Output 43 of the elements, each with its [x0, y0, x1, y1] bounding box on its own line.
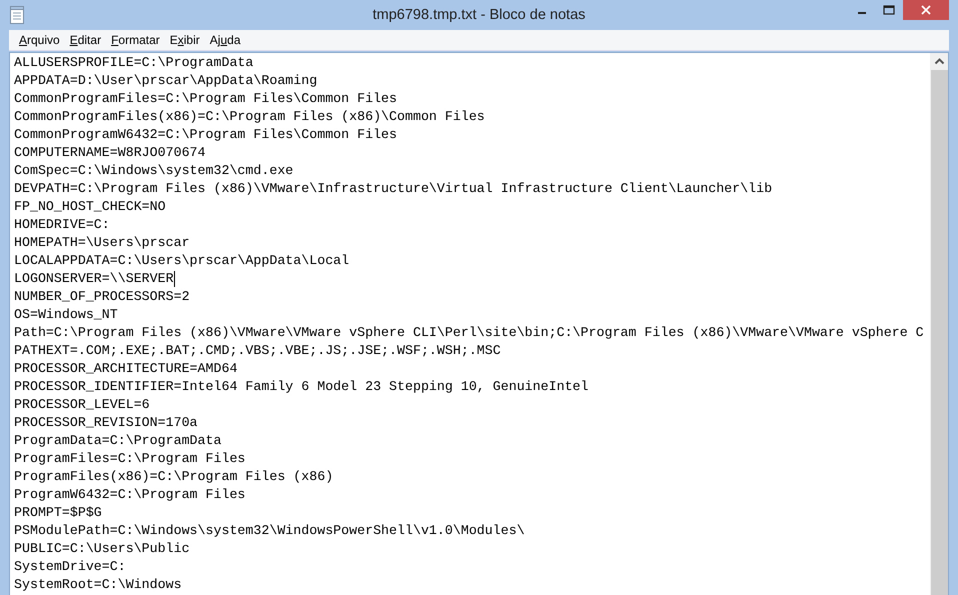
text-line: ProgramData=C:\ProgramData — [14, 432, 222, 450]
text-line: LOCALAPPDATA=C:\Users\prscar\AppData\Local — [14, 252, 350, 270]
menu-item[interactable]: Formatar — [106, 30, 165, 50]
text-line: SystemDrive=C: — [14, 558, 126, 576]
text-line: SystemRoot=C:\Windows — [14, 576, 182, 594]
text-line: ProgramFiles=C:\Program Files — [14, 450, 246, 468]
text-line: PROCESSOR_IDENTIFIER=Intel64 Family 6 Model 23 Stepping 10, GenuineIntel — [14, 378, 589, 396]
menu-item[interactable]: Ajuda — [204, 30, 246, 50]
text-line: PROCESSOR_REVISION=170a — [14, 414, 198, 432]
text-line: COMPUTERNAME=W8RJO070674 — [14, 144, 206, 162]
text-line: HOMEDRIVE=C: — [14, 216, 110, 234]
minimize-icon — [858, 12, 866, 14]
text-line: OS=Windows_NT — [14, 306, 118, 324]
menu-item[interactable]: Exibir — [164, 30, 205, 50]
text-line: PSModulePath=C:\Windows\system32\WindowsPowerShell\v1.0\Modules\ — [14, 522, 525, 540]
window-title: tmp6798.tmp.txt - Bloco de notas — [372, 7, 586, 23]
maximize-icon — [882, 5, 894, 15]
close-icon — [921, 5, 931, 15]
text-line: HOMEPATH=\Users\prscar — [14, 234, 190, 252]
menu-item[interactable]: Editar — [64, 30, 106, 50]
text-line: PROMPT=$P$G — [14, 504, 102, 522]
text-line: DEVPATH=C:\Program Files (x86)\VMware\Infrastructure\Virtual Infrastructure Client\Launcher\lib — [14, 180, 772, 198]
text-line: CommonProgramW6432=C:\Program Files\Common Files — [14, 126, 398, 144]
text-line: ProgramW6432=C:\Program Files — [14, 486, 246, 504]
text-line: ProgramFiles(x86)=C:\Program Files (x86) — [14, 468, 334, 486]
text-line: PROCESSOR_ARCHITECTURE=AMD64 — [14, 360, 238, 378]
text-line: CommonProgramFiles(x86)=C:\Program Files (x86)\Common Files — [14, 108, 485, 126]
text-line: PROCESSOR_LEVEL=6 — [14, 396, 150, 414]
menu-item[interactable]: Arquivo — [14, 30, 65, 50]
text-line: ALLUSERSPROFILE=C:\ProgramData — [14, 54, 254, 72]
close-button[interactable] — [903, 0, 949, 20]
text-line: CommonProgramFiles=C:\Program Files\Common Files — [14, 90, 398, 108]
text-line: Path=C:\Program Files (x86)\VMware\VMware vSphere CLI\Perl\site\bin;C:\Program Files (x86)\VMware\VMware vSphere C — [14, 324, 924, 342]
scroll-up-icon[interactable] — [931, 53, 948, 70]
notepad-icon — [9, 6, 25, 24]
vertical-scrollbar[interactable] — [930, 53, 948, 595]
text-line: NUMBER_OF_PROCESSORS=2 — [14, 288, 190, 306]
text-line: ComSpec=C:\Windows\system32\cmd.exe — [14, 162, 294, 180]
text-line: PUBLIC=C:\Users\Public — [14, 540, 190, 558]
text-line: FP_NO_HOST_CHECK=NO — [14, 198, 166, 216]
text-line: PATHEXT=.COM;.EXE;.BAT;.CMD;.VBS;.VBE;.JS;.JSE;.WSF;.WSH;.MSC — [14, 342, 501, 360]
text-line: LOGONSERVER=\\SERVER — [14, 270, 174, 288]
text-line: APPDATA=D:\User\prscar\AppData\Roaming — [14, 72, 318, 90]
